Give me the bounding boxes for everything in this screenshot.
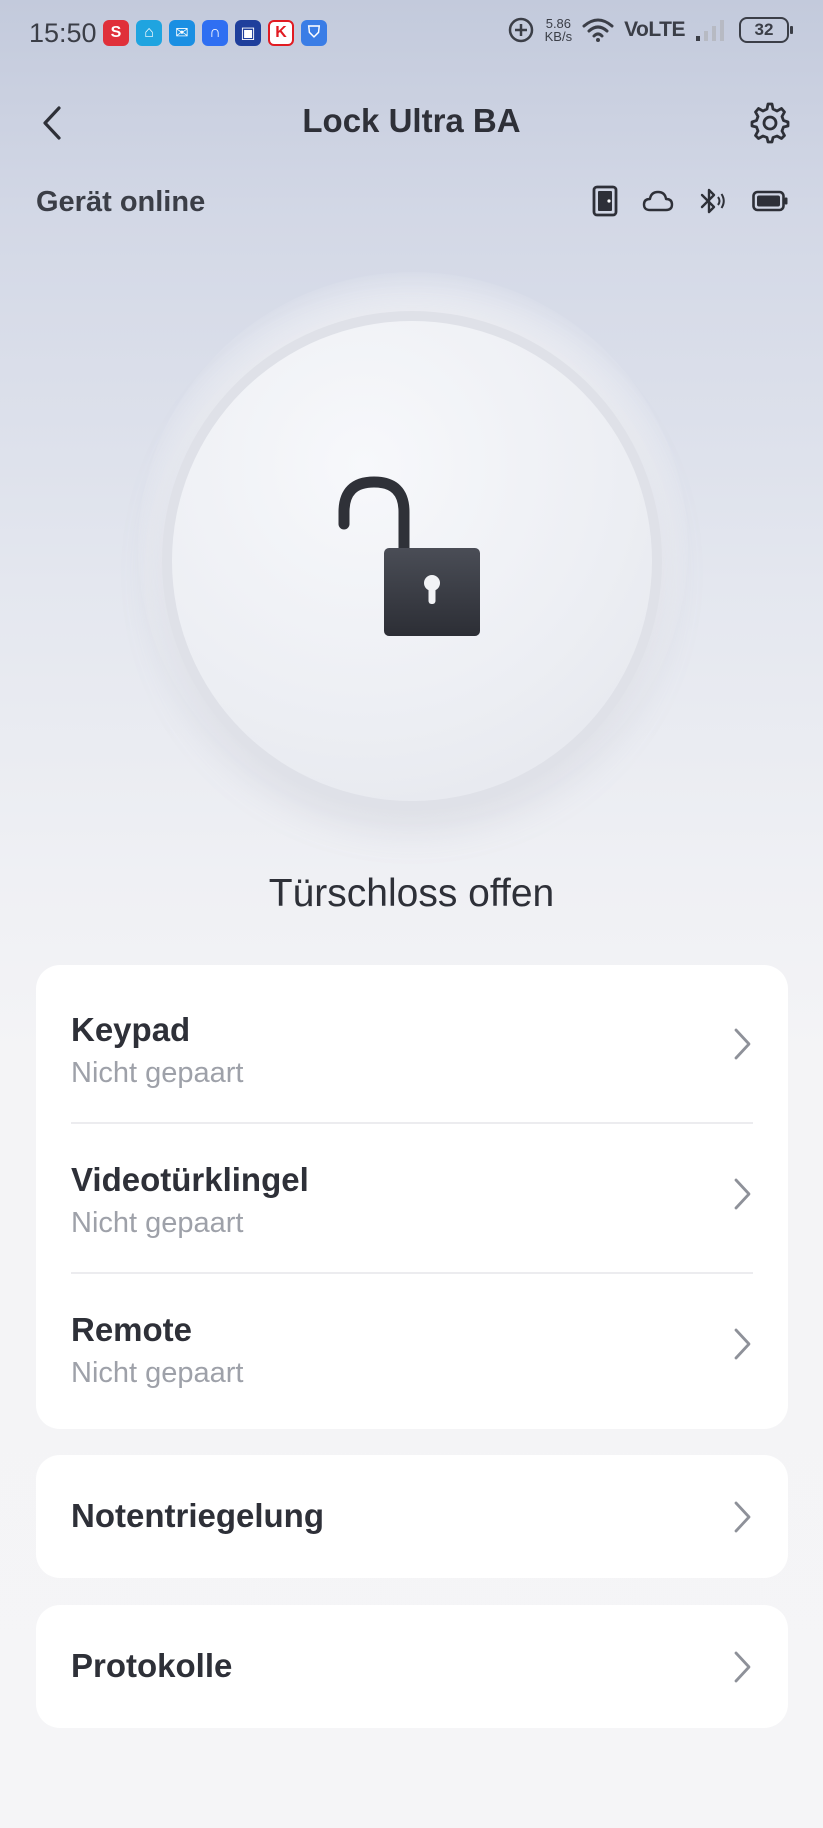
- kaufland-app-icon: K: [268, 20, 294, 46]
- chevron-right-icon: [734, 1651, 751, 1683]
- accessories-card: Keypad Nicht gepaart Videotürklingel Nic…: [36, 965, 788, 1429]
- shield-app-icon: ⛉: [301, 20, 327, 46]
- home-app-icon: ⌂: [136, 20, 162, 46]
- wifi-icon: [582, 18, 614, 42]
- lock-toggle-button[interactable]: [172, 321, 652, 801]
- emergency-unlock-title: Notentriegelung: [71, 1497, 324, 1534]
- page-title: Lock Ultra BA: [302, 102, 521, 139]
- chevron-right-icon: [734, 1501, 751, 1533]
- data-saver-icon: [508, 17, 533, 43]
- camera-app-icon: ▣: [235, 20, 261, 46]
- battery-indicator: 32: [739, 17, 793, 43]
- lock-status-text: Türschloss offen: [268, 872, 555, 915]
- device-indicator-icons: [592, 185, 788, 217]
- keypad-status: Nicht gepaart: [71, 1057, 244, 1089]
- cloud-icon: [642, 190, 674, 212]
- chevron-right-icon: [734, 1028, 751, 1060]
- remote-title: Remote: [71, 1311, 193, 1348]
- status-time: 15:50: [29, 18, 97, 48]
- status-bar: 15:50 S ⌂ ✉ ∩ ▣ K ⛉ 5.86 KB/s VoLTE 32: [0, 0, 823, 68]
- mail-app-icon: ✉: [169, 20, 195, 46]
- device-online-status: Gerät online: [36, 186, 206, 218]
- list-item-videotuerklingel[interactable]: Videotürklingel Nicht gepaart: [36, 1123, 788, 1272]
- keypad-title: Keypad: [71, 1011, 191, 1048]
- bluetooth-icon: [700, 188, 725, 214]
- chevron-right-icon: [734, 1178, 751, 1210]
- s-app-icon: S: [103, 20, 129, 46]
- device-status-row: Gerät online: [36, 182, 788, 222]
- remote-status: Nicht gepaart: [71, 1357, 244, 1389]
- signal-icon: [696, 20, 724, 41]
- network-speed: 5.86 KB/s: [544, 16, 573, 44]
- list-item-keypad[interactable]: Keypad Nicht gepaart: [36, 965, 788, 1122]
- smart-home-app-icon: ∩: [202, 20, 228, 46]
- status-indicators: 5.86 KB/s VoLTE 32: [507, 16, 793, 44]
- notification-icons: S ⌂ ✉ ∩ ▣ K ⛉: [103, 20, 327, 46]
- app-header: Lock Ultra BA: [0, 88, 823, 158]
- emergency-unlock-card[interactable]: Notentriegelung: [36, 1455, 788, 1578]
- volte-indicator: VoLTE: [624, 18, 685, 41]
- settings-button[interactable]: [747, 100, 793, 146]
- video-doorbell-title: Videotürklingel: [71, 1161, 309, 1198]
- gear-icon: [750, 102, 790, 144]
- list-item-remote[interactable]: Remote Nicht gepaart: [36, 1273, 788, 1429]
- battery-icon: [752, 190, 788, 212]
- chevron-right-icon: [734, 1328, 751, 1360]
- logs-card[interactable]: Protokolle: [36, 1605, 788, 1728]
- video-doorbell-status: Nicht gepaart: [71, 1207, 244, 1239]
- door-icon: [592, 185, 618, 217]
- logs-title: Protokolle: [71, 1647, 233, 1684]
- unlocked-padlock-icon: [338, 476, 480, 636]
